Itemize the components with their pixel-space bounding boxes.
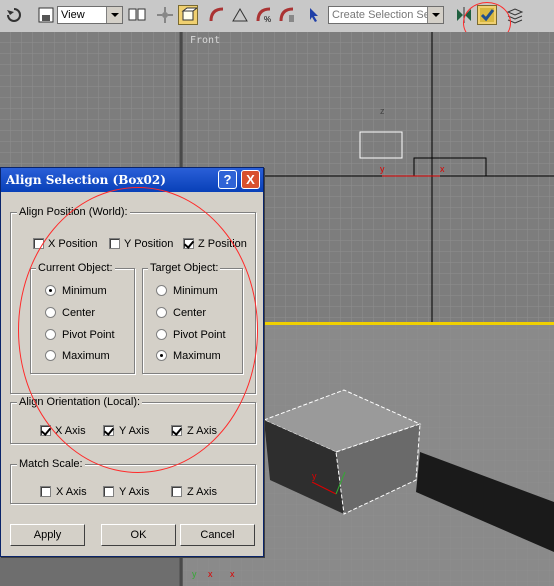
match-scale-label: Match Scale: — [17, 458, 85, 470]
chevron-down-icon — [106, 7, 122, 23]
ok-button[interactable]: OK — [101, 524, 176, 546]
gizmo-axis-y: y — [192, 569, 197, 579]
reference-coord-icon[interactable] — [127, 5, 147, 25]
save-icon[interactable] — [36, 5, 56, 25]
view-dropdown-value: View — [61, 9, 85, 21]
selection-set-placeholder: Create Selection Set — [332, 9, 433, 21]
scale-x-checkbox[interactable] — [40, 486, 51, 497]
chevron-down-icon — [427, 7, 443, 23]
spinner-snap-icon[interactable] — [277, 5, 297, 25]
apply-button[interactable]: Apply — [10, 524, 85, 546]
viewport-label-front[interactable]: Front — [190, 35, 220, 46]
axis-label-z: z — [380, 106, 385, 116]
svg-text:%: % — [264, 15, 271, 24]
close-button[interactable]: X — [241, 170, 260, 189]
selection-set-input[interactable]: Create Selection Set — [328, 6, 444, 24]
scale-x-label[interactable]: X Axis — [56, 486, 87, 498]
axis-label-x: x — [440, 164, 445, 174]
select-manipulate-icon[interactable] — [178, 5, 198, 25]
scale-y-checkbox[interactable] — [103, 486, 114, 497]
snap-toggle-icon[interactable] — [207, 5, 227, 25]
dialog-title: Align Selection (Box02) — [6, 173, 166, 187]
angle-snap-icon[interactable] — [230, 5, 250, 25]
axis-label-y: y — [380, 164, 385, 174]
scale-z-checkbox[interactable] — [171, 486, 182, 497]
cancel-button[interactable]: Cancel — [180, 524, 255, 546]
box-axis-y: y — [312, 471, 317, 481]
gizmo-axis-x: x — [208, 569, 213, 579]
scale-z-label[interactable]: Z Axis — [187, 486, 217, 498]
annotation-ellipse-options — [18, 187, 258, 473]
gizmo-axis-x2: x — [230, 569, 235, 579]
named-selection-icon[interactable] — [305, 5, 325, 25]
view-dropdown[interactable]: View — [57, 6, 123, 24]
undo-icon[interactable] — [4, 5, 24, 25]
help-button[interactable]: ? — [218, 170, 237, 189]
pivot-center-icon[interactable] — [155, 5, 175, 25]
percent-snap-icon[interactable]: % — [254, 5, 274, 25]
scale-y-label[interactable]: Y Axis — [119, 486, 149, 498]
